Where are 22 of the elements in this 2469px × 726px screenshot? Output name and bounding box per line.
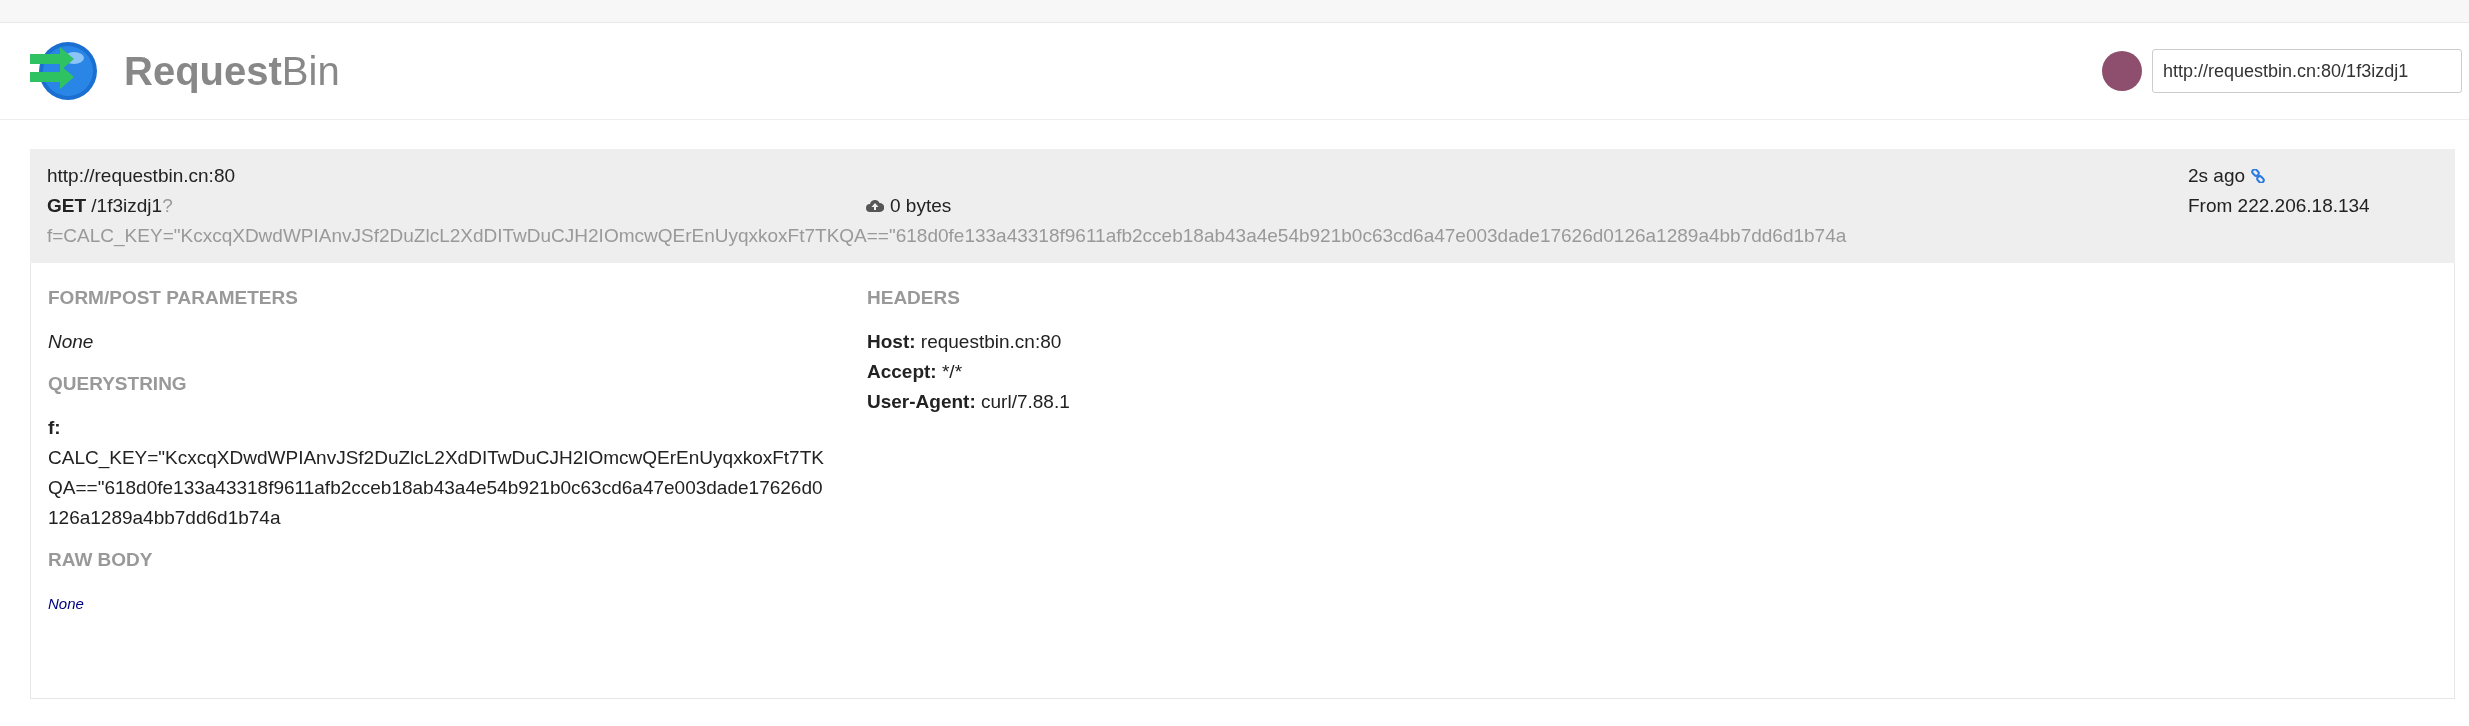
form-params-value: None bbox=[48, 330, 95, 354]
request-query: f=CALC_KEY="KcxcqXDwdWPIAnvJSf2DuZlcL2XdDITwDuCJH2IOmcwQErEnUyqxkoxFt7TKQA=="618d0fe133a43318f9611afb2cceb18ab43a4e54b921b0c63cd6a47e003dade17626d0126a1289a4bb7dd6d1b74a bbox=[47, 224, 1848, 249]
request-time: 2s ago bbox=[2188, 164, 2246, 188]
bin-url-field[interactable]: http://requestbin.cn:80/1f3izdj1 bbox=[2152, 49, 2462, 93]
header-entry: User-Agent: curl/7.88.1 bbox=[867, 390, 1071, 414]
param-name: f: bbox=[48, 416, 62, 440]
site-title[interactable]: RequestBin bbox=[124, 48, 340, 94]
header-entry: Accept: */* bbox=[867, 360, 964, 384]
section-heading: HEADERS bbox=[867, 286, 961, 310]
request-host: http://requestbin.cn:80 bbox=[47, 164, 236, 188]
request-size: 0 bytes bbox=[866, 191, 2188, 221]
request-line: GET /1f3izdj1? bbox=[47, 194, 174, 218]
request-source: From 222.206.18.134 bbox=[2188, 194, 2371, 218]
cloud-upload-icon bbox=[866, 199, 884, 213]
section-heading: RAW BODY bbox=[48, 548, 154, 572]
header-entry: Host: requestbin.cn:80 bbox=[867, 330, 1063, 354]
section-heading: FORM/POST PARAMETERS bbox=[48, 286, 299, 310]
section-heading: QUERYSTRING bbox=[48, 372, 188, 396]
raw-body-value: None bbox=[48, 594, 85, 614]
link-icon[interactable] bbox=[2251, 169, 2266, 183]
param-value: CALC_KEY="KcxcqXDwdWPIAnvJSf2DuZlcL2XdDITwDuCJH2IOmcwQErEnUyqxkoxFt7TKQA=="618d0fe133a43318f9611afb2cceb18ab43a4e54b921b0c63cd6a47e003dade17626d0126a1289a4bb7dd6d1b74a bbox=[48, 446, 825, 530]
bin-color-avatar bbox=[2102, 51, 2142, 91]
